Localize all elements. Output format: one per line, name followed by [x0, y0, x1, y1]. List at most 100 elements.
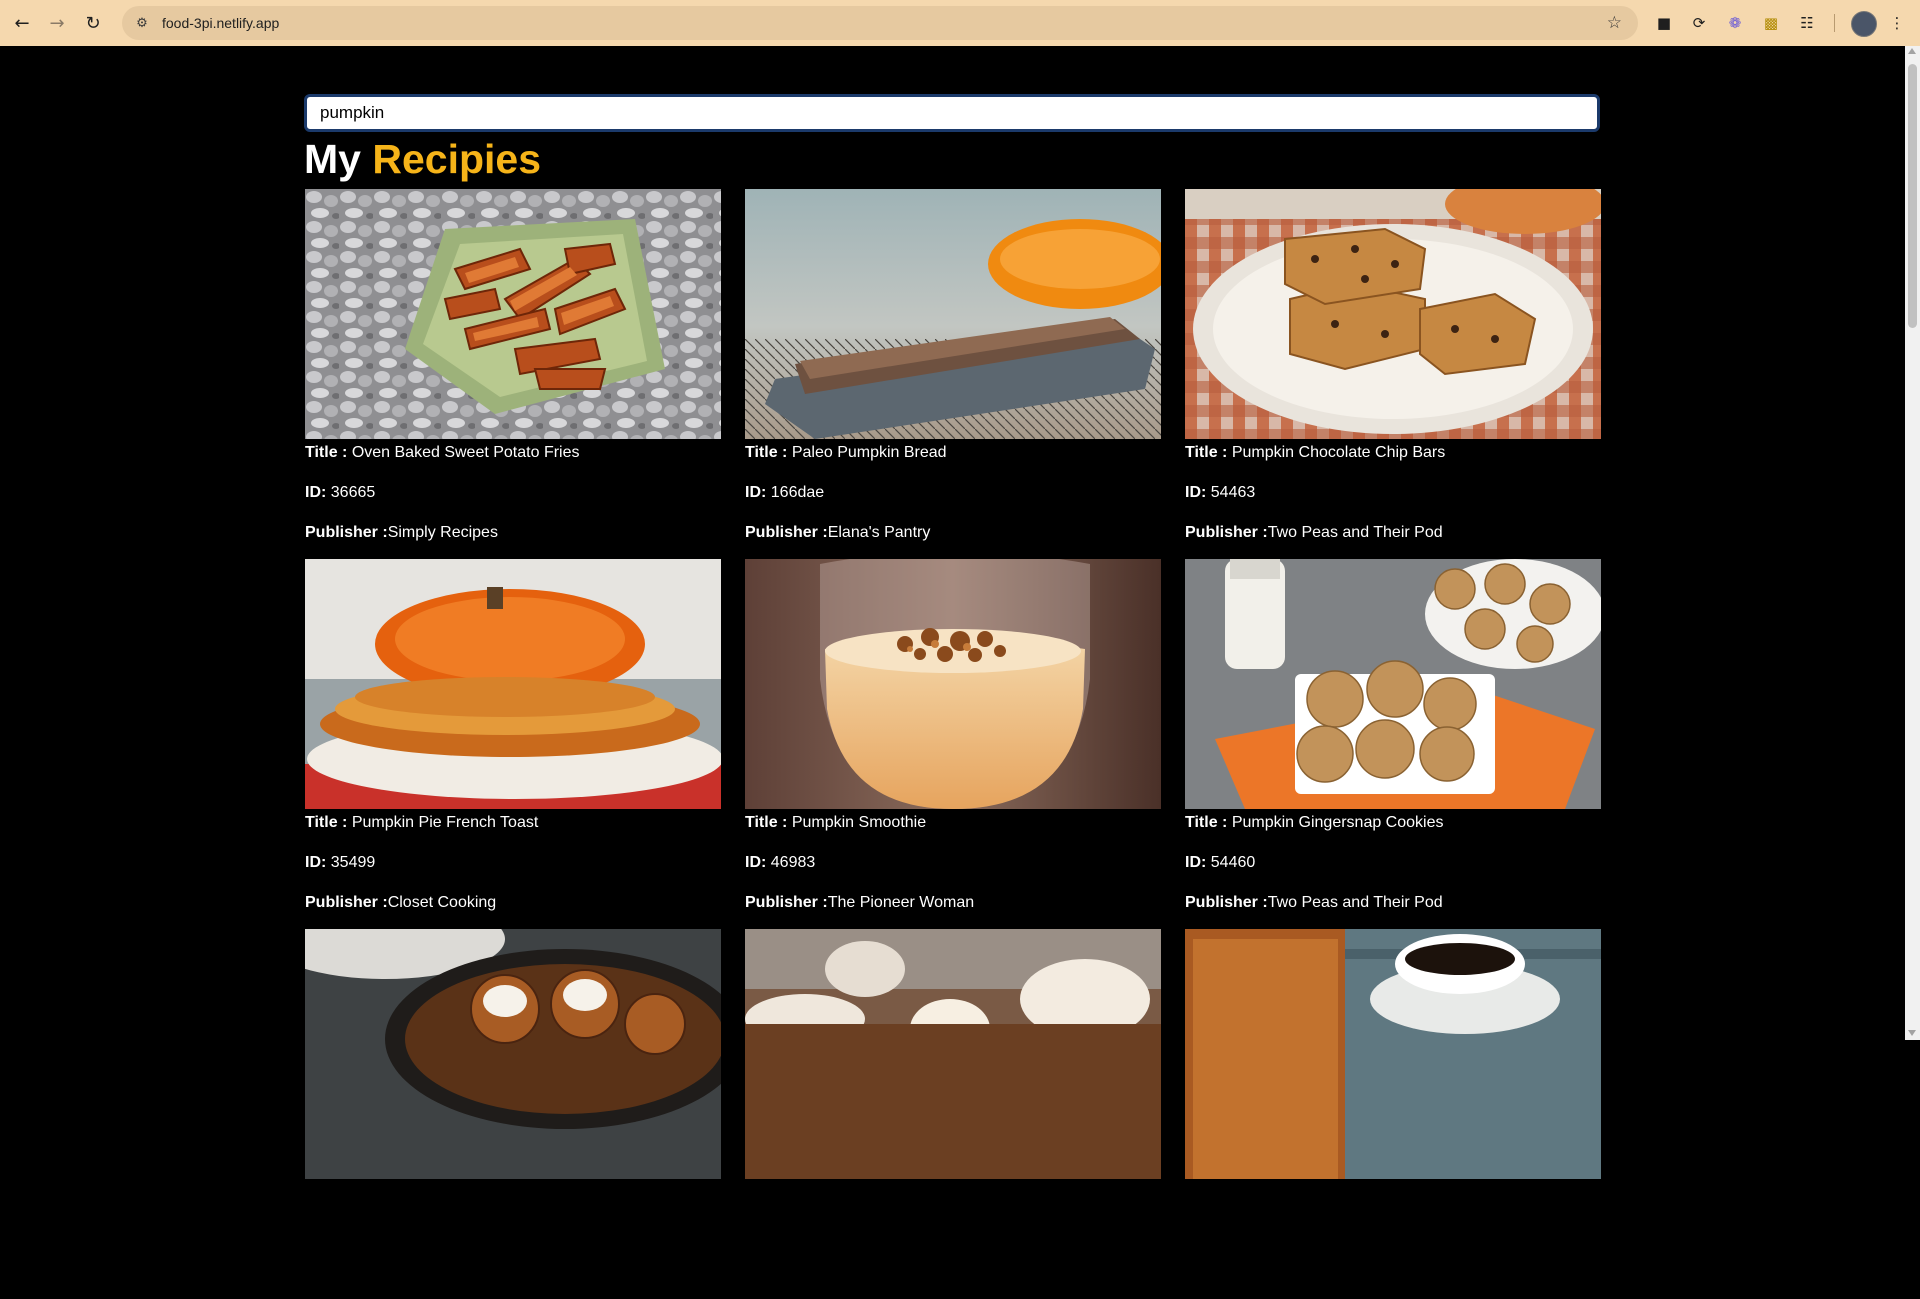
arrow-left-icon: ←: [14, 12, 30, 34]
recipe-card[interactable]: [745, 929, 1161, 1299]
extension-icon[interactable]: ❁: [1724, 12, 1746, 34]
id-label: ID:: [1185, 484, 1207, 501]
recipe-title: Title : Pumpkin Chocolate Chip Bars: [1185, 443, 1601, 463]
title-value: Pumpkin Chocolate Chip Bars: [1227, 444, 1446, 461]
recipe-card[interactable]: Title : Pumpkin Gingersnap Cookies ID: 5…: [1185, 559, 1601, 929]
title-label: Title :: [305, 814, 348, 831]
publisher-value: The Pioneer Woman: [827, 894, 975, 911]
sweet-potato-fries-photo[interactable]: [305, 189, 721, 439]
chocolate-chip-bars-photo[interactable]: [1185, 189, 1601, 439]
page-title-accent: Recipies: [372, 136, 542, 182]
recipe-card[interactable]: Title : Pumpkin Pie French Toast ID: 354…: [305, 559, 721, 929]
recipe-card[interactable]: [1185, 929, 1601, 1299]
recipe-id: ID: 35499: [305, 853, 721, 873]
cupcakes-photo[interactable]: [745, 929, 1161, 1179]
id-value: 35499: [326, 854, 376, 871]
recipe-card[interactable]: Title : Pumpkin Chocolate Chip Bars ID: …: [1185, 189, 1601, 559]
recipe-title: Title : Pumpkin Pie French Toast: [305, 813, 721, 833]
forward-button[interactable]: →: [45, 11, 69, 35]
extension-icon[interactable]: ⟳: [1688, 12, 1710, 34]
title-value: Pumpkin Gingersnap Cookies: [1227, 814, 1444, 831]
id-value: 46983: [766, 854, 816, 871]
url-text[interactable]: food-3pi.netlify.app: [162, 15, 279, 31]
publisher-value: Two Peas and Their Pod: [1267, 524, 1443, 541]
reload-icon: ↻: [85, 12, 101, 34]
id-label: ID:: [305, 484, 327, 501]
title-label: Title :: [1185, 444, 1228, 461]
id-value: 166dae: [766, 484, 825, 501]
title-label: Title :: [745, 814, 788, 831]
recipe-title: Title : Pumpkin Smoothie: [745, 813, 1161, 833]
title-label: Title :: [745, 444, 788, 461]
kebab-menu-icon[interactable]: ⋮: [1886, 12, 1908, 34]
pumpkin-bread-photo[interactable]: [745, 189, 1161, 439]
id-label: ID:: [745, 484, 767, 501]
recipe-id: ID: 54463: [1185, 483, 1601, 503]
title-value: Paleo Pumpkin Bread: [787, 444, 947, 461]
recipe-publisher: Publisher :The Pioneer Woman: [745, 893, 1161, 913]
recipe-publisher: Publisher :Simply Recipes: [305, 523, 721, 543]
arrow-right-icon: →: [49, 12, 65, 34]
title-label: Title :: [305, 444, 348, 461]
id-label: ID:: [745, 854, 767, 871]
publisher-label: Publisher :: [1185, 894, 1268, 911]
recipe-id: ID: 166dae: [745, 483, 1161, 503]
id-value: 36665: [326, 484, 376, 501]
title-label: Title :: [1185, 814, 1228, 831]
search-input[interactable]: [304, 94, 1600, 132]
scroll-up-arrow[interactable]: [1908, 48, 1916, 54]
avatar[interactable]: [1851, 11, 1877, 37]
id-label: ID:: [1185, 854, 1207, 871]
back-button[interactable]: ←: [10, 11, 34, 35]
recipe-publisher: Publisher :Closet Cooking: [305, 893, 721, 913]
publisher-label: Publisher :: [745, 524, 828, 541]
recipe-id: ID: 54460: [1185, 853, 1601, 873]
title-value: Pumpkin Smoothie: [787, 814, 927, 831]
recipe-card[interactable]: Title : Paleo Pumpkin Bread ID: 166dae P…: [745, 189, 1161, 559]
publisher-value: Elana's Pantry: [827, 524, 931, 541]
gingersnap-cookies-photo[interactable]: [1185, 559, 1601, 809]
smoothie-photo[interactable]: [745, 559, 1161, 809]
cinnamon-rolls-photo[interactable]: [305, 929, 721, 1179]
publisher-value: Closet Cooking: [387, 894, 497, 911]
publisher-value: Two Peas and Their Pod: [1267, 894, 1443, 911]
puzzle-icon[interactable]: ☷: [1796, 12, 1818, 34]
reload-button[interactable]: ↻: [81, 11, 105, 35]
publisher-label: Publisher :: [1185, 524, 1268, 541]
scrollbar-thumb[interactable]: [1908, 64, 1917, 328]
address-bar[interactable]: ⚙ food-3pi.netlify.app ☆: [122, 6, 1638, 40]
recipe-title: Title : Oven Baked Sweet Potato Fries: [305, 443, 721, 463]
bread-and-coffee-photo[interactable]: [1185, 929, 1601, 1179]
french-toast-photo[interactable]: [305, 559, 721, 809]
recipe-publisher: Publisher :Elana's Pantry: [745, 523, 1161, 543]
toolbar-divider: [1834, 14, 1835, 32]
extension-icon[interactable]: ■: [1653, 12, 1675, 34]
title-value: Oven Baked Sweet Potato Fries: [347, 444, 580, 461]
publisher-value: Simply Recipes: [387, 524, 498, 541]
publisher-label: Publisher :: [305, 524, 388, 541]
recipe-grid: Title : Oven Baked Sweet Potato Fries ID…: [305, 189, 1601, 1299]
extension-icon[interactable]: ▩: [1760, 12, 1782, 34]
publisher-label: Publisher :: [745, 894, 828, 911]
recipe-title: Title : Paleo Pumpkin Bread: [745, 443, 1161, 463]
recipe-card[interactable]: [305, 929, 721, 1299]
id-value: 54463: [1206, 484, 1256, 501]
id-value: 54460: [1206, 854, 1256, 871]
page-scrollbar[interactable]: [1905, 46, 1920, 1040]
recipe-publisher: Publisher :Two Peas and Their Pod: [1185, 893, 1601, 913]
page-title: My Recipies: [304, 134, 541, 184]
page-title-main: My: [304, 136, 361, 182]
star-icon[interactable]: ☆: [1607, 13, 1622, 33]
recipe-card[interactable]: Title : Pumpkin Smoothie ID: 46983 Publi…: [745, 559, 1161, 929]
recipe-id: ID: 36665: [305, 483, 721, 503]
title-value: Pumpkin Pie French Toast: [347, 814, 539, 831]
recipe-id: ID: 46983: [745, 853, 1161, 873]
id-label: ID:: [305, 854, 327, 871]
site-settings-icon[interactable]: ⚙: [134, 15, 150, 31]
scroll-down-arrow[interactable]: [1908, 1030, 1916, 1036]
recipe-title: Title : Pumpkin Gingersnap Cookies: [1185, 813, 1601, 833]
recipe-card[interactable]: Title : Oven Baked Sweet Potato Fries ID…: [305, 189, 721, 559]
recipe-publisher: Publisher :Two Peas and Their Pod: [1185, 523, 1601, 543]
publisher-label: Publisher :: [305, 894, 388, 911]
browser-toolbar: ← → ↻ ⚙ food-3pi.netlify.app ☆ ■ ⟳ ❁ ▩ ☷…: [0, 0, 1920, 46]
